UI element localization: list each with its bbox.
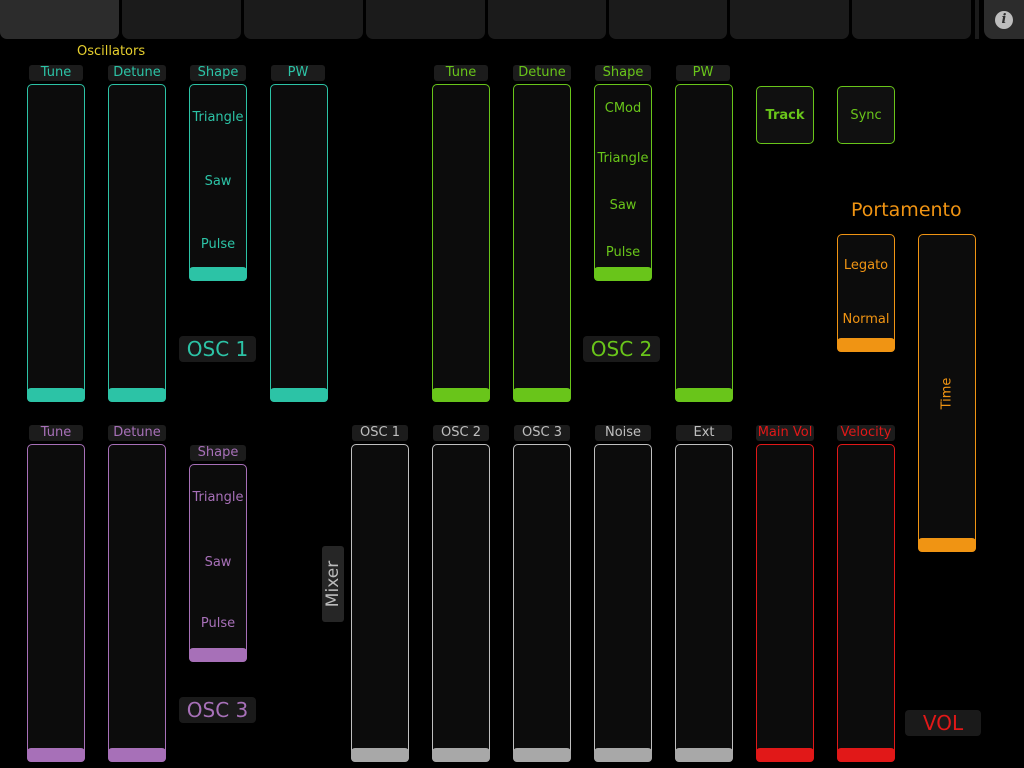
osc2-shape-handle[interactable] [594, 267, 652, 281]
mixer-osc3-label: OSC 3 [514, 425, 570, 441]
velocity-label: Velocity [837, 425, 895, 441]
osc2-detune-handle[interactable] [513, 388, 571, 402]
tab-5[interactable] [488, 0, 606, 39]
tab-separator [975, 0, 979, 39]
osc1-detune-handle[interactable] [108, 388, 166, 402]
portamento-title: Portamento [851, 199, 962, 221]
osc3-shape-option[interactable]: Saw [190, 555, 246, 570]
tab-7[interactable] [730, 0, 849, 39]
track-button[interactable]: Track [756, 86, 814, 144]
info-button[interactable]: i [984, 0, 1024, 39]
osc1-detune-slider[interactable] [108, 84, 166, 402]
mixer-title: Mixer [322, 546, 344, 622]
osc2-shape-option[interactable]: Saw [595, 198, 651, 213]
osc1-pw-handle[interactable] [270, 388, 328, 402]
portamento-time-slider[interactable]: Time [918, 234, 976, 552]
info-icon: i [995, 10, 1013, 29]
tab-3[interactable] [244, 0, 363, 39]
osc1-shape-handle[interactable] [189, 267, 247, 281]
osc3-tune-label: Tune [29, 425, 83, 441]
osc2-shape-option[interactable]: CMod [595, 101, 651, 116]
osc3-shape-label: Shape [190, 445, 246, 461]
osc2-tune-slider[interactable] [432, 84, 490, 402]
osc3-tune-slider[interactable] [27, 444, 85, 762]
osc2-detune-label: Detune [513, 65, 571, 81]
portamento-mode-option[interactable]: Legato [838, 258, 894, 273]
main-vol-label: Main Vol [756, 425, 814, 441]
tab-8[interactable] [852, 0, 971, 39]
mixer-ext-handle[interactable] [675, 748, 733, 762]
mixer-osc1-handle[interactable] [351, 748, 409, 762]
osc2-shape-option[interactable]: Pulse [595, 245, 651, 260]
portamento-mode-handle[interactable] [837, 338, 895, 352]
osc3-shape-handle[interactable] [189, 648, 247, 662]
tab-6[interactable] [609, 0, 727, 39]
oscillators-title: Oscillators [77, 44, 146, 59]
tab-4[interactable] [366, 0, 485, 39]
mixer-noise-slider[interactable] [594, 444, 652, 762]
osc2-shape-label: Shape [595, 65, 651, 81]
osc1-shape-option[interactable]: Saw [190, 174, 246, 189]
synth-panel: i Oscillators Tune Detune Shape Triangle… [0, 0, 1024, 768]
osc2-tune-handle[interactable] [432, 388, 490, 402]
osc1-pw-slider[interactable] [270, 84, 328, 402]
mixer-osc2-handle[interactable] [432, 748, 490, 762]
velocity-handle[interactable] [837, 748, 895, 762]
osc3-detune-handle[interactable] [108, 748, 166, 762]
osc3-shape-option[interactable]: Pulse [190, 616, 246, 631]
osc3-shape-selector[interactable]: Triangle Saw Pulse [189, 464, 247, 662]
osc1-tune-slider[interactable] [27, 84, 85, 402]
portamento-mode-option[interactable]: Normal [838, 312, 894, 327]
osc1-tune-label: Tune [29, 65, 83, 81]
osc1-shape-option[interactable]: Triangle [190, 110, 246, 125]
osc1-detune-label: Detune [108, 65, 166, 81]
osc2-pw-handle[interactable] [675, 388, 733, 402]
osc3-shape-option[interactable]: Triangle [190, 490, 246, 505]
mixer-osc3-slider[interactable] [513, 444, 571, 762]
osc3-detune-slider[interactable] [108, 444, 166, 762]
portamento-mode-selector[interactable]: Legato Normal [837, 234, 895, 352]
mixer-noise-handle[interactable] [594, 748, 652, 762]
mixer-osc3-handle[interactable] [513, 748, 571, 762]
osc2-detune-slider[interactable] [513, 84, 571, 402]
main-vol-slider[interactable] [756, 444, 814, 762]
mixer-title-text: Mixer [323, 560, 344, 608]
mixer-ext-label: Ext [676, 425, 732, 441]
osc2-shape-option[interactable]: Triangle [595, 151, 651, 166]
mixer-osc2-label: OSC 2 [433, 425, 489, 441]
osc3-name: OSC 3 [179, 697, 256, 723]
osc2-pw-label: PW [676, 65, 730, 81]
osc3-detune-label: Detune [108, 425, 166, 441]
osc1-shape-option[interactable]: Pulse [190, 237, 246, 252]
osc1-shape-selector[interactable]: Triangle Saw Pulse [189, 84, 247, 281]
sync-button[interactable]: Sync [837, 86, 895, 144]
osc2-pw-slider[interactable] [675, 84, 733, 402]
main-vol-handle[interactable] [756, 748, 814, 762]
mixer-osc2-slider[interactable] [432, 444, 490, 762]
osc2-name: OSC 2 [583, 336, 660, 362]
velocity-slider[interactable] [837, 444, 895, 762]
mixer-osc1-label: OSC 1 [352, 425, 408, 441]
vol-title: VOL [905, 710, 981, 736]
tab-1[interactable] [0, 0, 119, 39]
osc1-tune-handle[interactable] [27, 388, 85, 402]
osc2-shape-selector[interactable]: CMod Triangle Saw Pulse [594, 84, 652, 281]
mixer-ext-slider[interactable] [675, 444, 733, 762]
osc1-shape-label: Shape [190, 65, 246, 81]
osc1-name: OSC 1 [179, 336, 256, 362]
mixer-osc1-slider[interactable] [351, 444, 409, 762]
tab-2[interactable] [122, 0, 241, 39]
osc1-pw-label: PW [271, 65, 325, 81]
portamento-time-handle[interactable] [918, 538, 976, 552]
osc3-tune-handle[interactable] [27, 748, 85, 762]
osc2-tune-label: Tune [434, 65, 488, 81]
mixer-noise-label: Noise [595, 425, 651, 441]
portamento-time-label: Time [939, 377, 955, 410]
